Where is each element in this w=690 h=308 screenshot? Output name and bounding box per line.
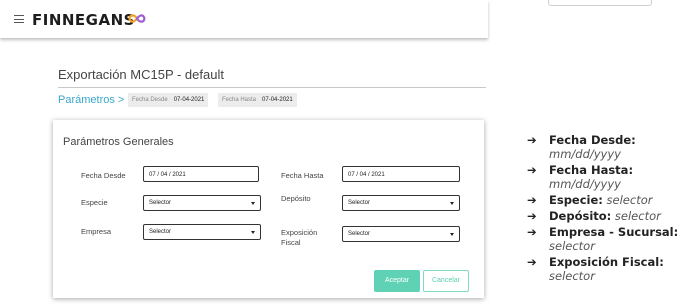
arrow-icon: ➔ [527, 193, 537, 207]
hamburger-menu-icon[interactable] [14, 15, 24, 23]
arrow-icon: ➔ [527, 163, 537, 177]
app-header: FINNEGANS [0, 0, 488, 38]
field-notes: ➔ Fecha Desde: mm/dd/yyyy ➔ Fecha Hasta: mm/… [527, 133, 687, 285]
note-value: selector [549, 269, 595, 283]
empresa-select-value: Selector [149, 229, 172, 235]
fecha-desde-input[interactable]: 07 / 04 / 2021 [143, 166, 259, 182]
deposito-label: Depósito [281, 194, 311, 203]
title-divider [58, 87, 486, 88]
note-value: selector [549, 239, 595, 253]
chip-fecha-desde[interactable]: Fecha Desde 07-04-2021 [128, 93, 209, 107]
note-item: ➔ Depósito: selector [527, 209, 687, 223]
top-right-field[interactable] [548, 0, 652, 6]
empresa-label: Empresa [81, 227, 112, 236]
chevron-down-icon [450, 233, 454, 236]
fecha-hasta-input[interactable]: 07 / 04 / 2021 [342, 166, 460, 182]
chip-value: 07-04-2021 [262, 97, 293, 103]
arrow-icon: ➔ [527, 225, 537, 239]
note-key: Exposición Fiscal: [549, 255, 664, 269]
note-key: Empresa - Sucursal: [549, 225, 679, 239]
chevron-down-icon [450, 202, 454, 205]
exposicion-fiscal-select-value: Selector [348, 231, 371, 237]
note-item: ➔ Fecha Desde: mm/dd/yyyy [527, 133, 687, 161]
note-value: selector [606, 193, 653, 207]
chevron-down-icon [251, 231, 255, 234]
chip-label: Fecha Desde [132, 97, 168, 103]
arrow-icon: ➔ [527, 209, 537, 223]
page-title: Exportación MC15P - default [58, 67, 224, 82]
note-item: ➔ Fecha Hasta: mm/dd/yyyy [527, 163, 687, 191]
exposicion-fiscal-select[interactable]: Selector [342, 226, 460, 242]
note-value: mm/dd/yyyy [549, 147, 621, 161]
note-key: Fecha Desde: [549, 133, 636, 147]
accept-button[interactable]: Aceptar [374, 270, 420, 292]
chip-fecha-hasta[interactable]: Fecha Hasta 07-04-2021 [218, 93, 297, 107]
parameters-dialog: Parámetros Generales Fecha Desde 07 / 04… [53, 120, 484, 298]
arrow-icon: ➔ [527, 255, 537, 269]
note-key: Fecha Hasta: [549, 163, 634, 177]
note-item: ➔ Especie: selector [527, 193, 687, 207]
fecha-hasta-label: Fecha Hasta [281, 171, 324, 180]
deposito-select-value: Selector [348, 200, 371, 206]
dialog-title: Parámetros Generales [63, 136, 174, 148]
breadcrumb-parametros[interactable]: Parámetros > [58, 94, 124, 106]
infinity-logo-icon [128, 14, 146, 23]
especie-select-value: Selector [149, 200, 172, 206]
note-value: selector [614, 209, 661, 223]
chip-label: Fecha Hasta [222, 97, 257, 103]
note-item: ➔ Empresa - Sucursal: selector [527, 225, 687, 253]
note-key: Especie: [549, 193, 603, 207]
especie-select[interactable]: Selector [143, 195, 261, 211]
exposicion-fiscal-label: Exposición Fiscal [281, 228, 318, 247]
especie-label: Especie [81, 198, 108, 207]
chevron-down-icon [251, 202, 255, 205]
deposito-select[interactable]: Selector [342, 195, 460, 211]
chip-value: 07-04-2021 [173, 97, 205, 103]
brand-name: FINNEGANS [32, 11, 135, 29]
fecha-desde-label: Fecha Desde [81, 171, 126, 180]
empresa-select[interactable]: Selector [143, 224, 261, 240]
note-item: ➔ Exposición Fiscal: selector [527, 255, 687, 283]
arrow-icon: ➔ [527, 133, 537, 147]
note-key: Depósito: [549, 209, 612, 223]
cancel-button[interactable]: Cancelar [423, 270, 469, 292]
note-value: mm/dd/yyyy [549, 177, 621, 191]
